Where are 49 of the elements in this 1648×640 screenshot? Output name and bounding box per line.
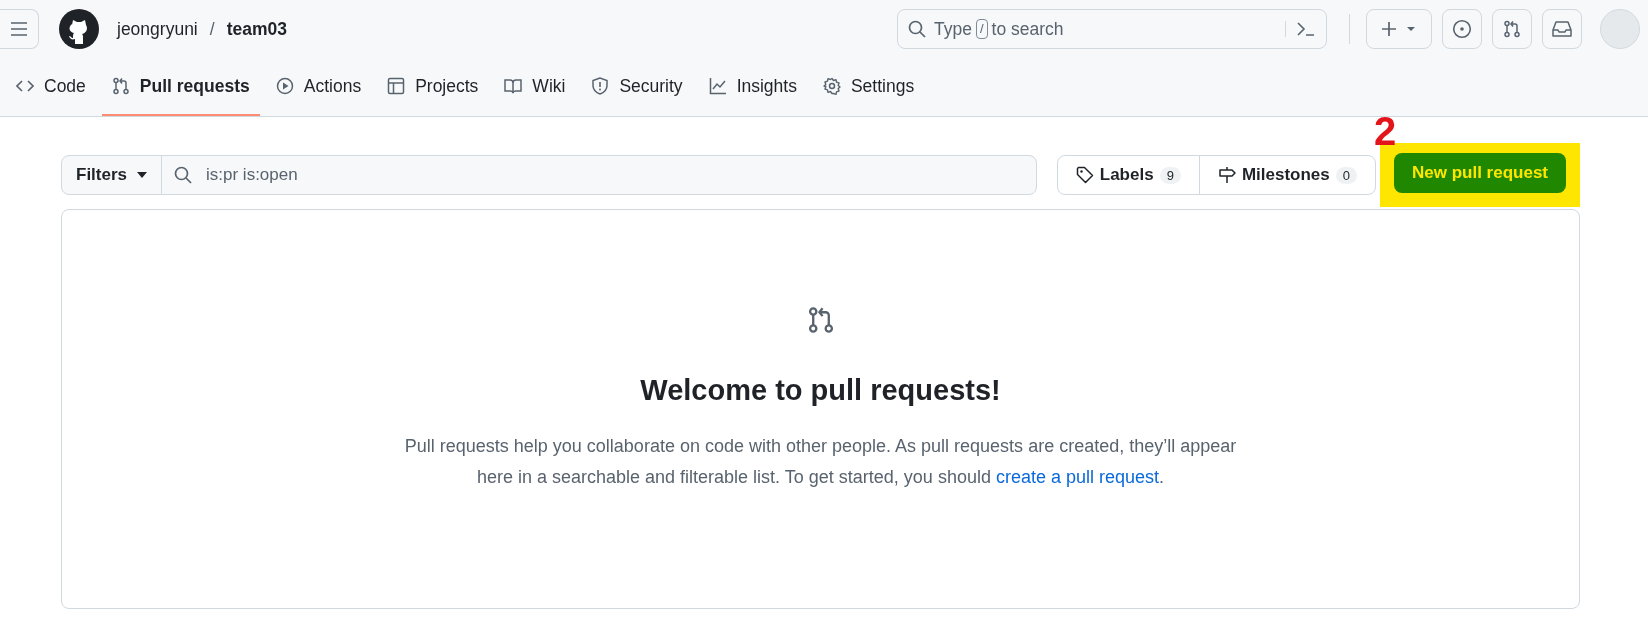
shield-icon xyxy=(591,77,610,95)
table-icon xyxy=(387,77,406,95)
nav-tab[interactable]: Settings xyxy=(812,58,925,116)
nav-tab[interactable]: Projects xyxy=(377,58,489,116)
gear-icon xyxy=(822,77,841,95)
nav-tab[interactable]: Code xyxy=(6,58,96,116)
search-icon xyxy=(174,166,193,184)
nav-tab[interactable]: Insights xyxy=(698,58,807,116)
menu-icon xyxy=(10,22,28,36)
create-pull-request-link[interactable]: create a pull request xyxy=(995,467,1160,487)
milestones-button[interactable]: Milestones 0 xyxy=(1198,156,1375,194)
pr-icon xyxy=(111,77,130,95)
nav-tab[interactable]: Actions xyxy=(265,58,372,116)
filters-button[interactable]: Filters xyxy=(62,156,163,194)
graph-icon xyxy=(708,77,727,95)
owner-link[interactable]: jeongryuni xyxy=(117,18,198,40)
pull-requests-button[interactable] xyxy=(1492,9,1532,49)
inbox-button[interactable] xyxy=(1542,9,1582,49)
labels-button[interactable]: Labels 9 xyxy=(1057,156,1199,194)
issues-button[interactable] xyxy=(1442,9,1482,49)
book-icon xyxy=(504,77,523,95)
empty-state-text: Pull requests help you collaborate on code with other people. As pull requests are created, they’ll appear here in a searchable and filterable list. To get started, you should create a pull request. xyxy=(403,435,1238,489)
inbox-icon xyxy=(1552,20,1572,38)
count-badge: 9 xyxy=(1159,166,1181,184)
caret-icon xyxy=(137,172,148,178)
filter-search-field[interactable]: Filters is:pr is:open xyxy=(61,155,1037,195)
step-number: 2 xyxy=(1373,111,1397,151)
signpost-icon xyxy=(1217,166,1236,184)
pull-request-icon xyxy=(806,306,835,334)
cat-logo-icon[interactable] xyxy=(59,9,99,49)
issue-icon xyxy=(1452,19,1472,39)
repo-link[interactable]: team03 xyxy=(226,18,287,40)
tag-icon xyxy=(1075,166,1094,184)
nav-tab[interactable]: Wiki xyxy=(494,58,576,116)
pull-request-icon xyxy=(1503,20,1521,38)
count-badge: 0 xyxy=(1335,166,1357,184)
terminal-icon[interactable] xyxy=(1296,21,1316,37)
query-text: is:pr is:open xyxy=(206,165,298,185)
plus-caret-icon xyxy=(1381,21,1417,37)
new-pull-request-button[interactable]: New pull request xyxy=(1393,153,1566,193)
nav-tab[interactable]: Pull requests xyxy=(101,58,260,116)
play-icon xyxy=(275,77,294,95)
create-button[interactable] xyxy=(1366,9,1432,49)
search-field[interactable]: Type / to search xyxy=(897,9,1327,49)
nav-tab[interactable]: Security xyxy=(581,58,693,116)
path-separator: / xyxy=(209,18,215,40)
menu-button[interactable] xyxy=(0,9,39,49)
search-icon xyxy=(908,20,926,38)
empty-state-title: Welcome to pull requests! xyxy=(640,374,1001,407)
